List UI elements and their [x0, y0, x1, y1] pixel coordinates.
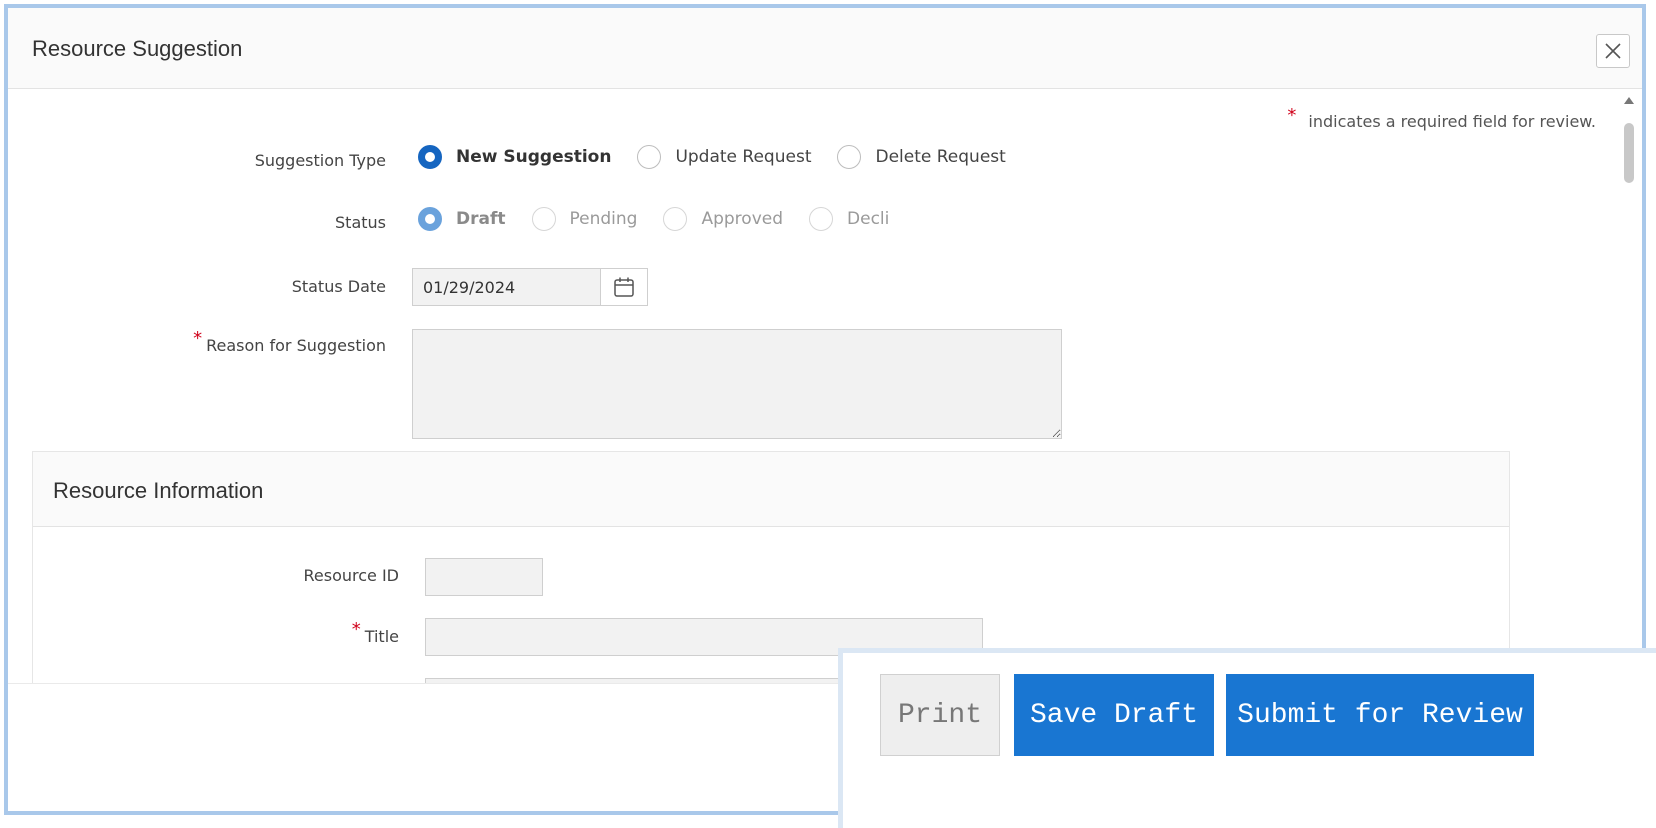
- calendar-button[interactable]: [600, 269, 647, 305]
- radio-update-request[interactable]: Update Request: [637, 145, 811, 169]
- required-marker: *: [193, 328, 203, 349]
- radio-button[interactable]: [837, 145, 862, 169]
- close-button[interactable]: [1596, 34, 1630, 68]
- section-title: Resource Information: [53, 478, 264, 503]
- resource-id-input[interactable]: [425, 558, 543, 596]
- radio-button: [663, 207, 688, 231]
- required-marker: *: [1287, 105, 1297, 126]
- radio-delete-request[interactable]: Delete Request: [837, 145, 1006, 169]
- dialog-title: Resource Suggestion: [32, 36, 243, 61]
- calendar-icon: [614, 277, 634, 297]
- radio-approved: Approved: [663, 207, 783, 231]
- close-icon: [1605, 43, 1621, 59]
- suggestion-type-radio-group: New Suggestion Update Request Delete Req…: [418, 145, 1032, 169]
- radio-draft: Draft: [418, 207, 506, 231]
- title-label: * Title: [351, 619, 399, 646]
- status-label: Status: [335, 213, 386, 232]
- resource-id-label: Resource ID: [303, 566, 400, 585]
- scroll-up-arrow-icon[interactable]: [1624, 97, 1634, 104]
- status-date-field[interactable]: 01/29/2024: [412, 268, 648, 306]
- required-marker: *: [351, 619, 361, 640]
- radio-button[interactable]: [637, 145, 662, 169]
- reason-textarea[interactable]: [412, 329, 1062, 439]
- radio-button: [531, 207, 556, 231]
- radio-button[interactable]: [418, 145, 442, 169]
- save-draft-button[interactable]: Save Draft: [1014, 674, 1214, 756]
- radio-new-suggestion[interactable]: New Suggestion: [418, 145, 611, 169]
- submit-for-review-button[interactable]: Submit for Review: [1226, 674, 1534, 756]
- vertical-scrollbar[interactable]: [1616, 89, 1642, 683]
- required-field-note: * indicates a required field for review.: [1287, 105, 1596, 131]
- reason-label: * Reason for Suggestion: [193, 328, 386, 355]
- status-date-label: Status Date: [291, 277, 386, 296]
- dialog-header: Resource Suggestion: [8, 8, 1642, 89]
- radio-button: [809, 207, 834, 231]
- print-button[interactable]: Print: [880, 674, 1000, 756]
- section-header: Resource Information: [33, 452, 1509, 527]
- scroll-thumb[interactable]: [1624, 123, 1634, 183]
- suggestion-type-label: Suggestion Type: [254, 151, 386, 170]
- status-date-value[interactable]: 01/29/2024: [413, 269, 600, 305]
- radio-pending: Pending: [531, 207, 637, 231]
- radio-declined: Decli: [809, 207, 889, 231]
- radio-button: [418, 207, 442, 231]
- status-radio-group: Draft Pending Approved Decli: [418, 207, 915, 231]
- dialog-body: * indicates a required field for review. …: [8, 89, 1616, 683]
